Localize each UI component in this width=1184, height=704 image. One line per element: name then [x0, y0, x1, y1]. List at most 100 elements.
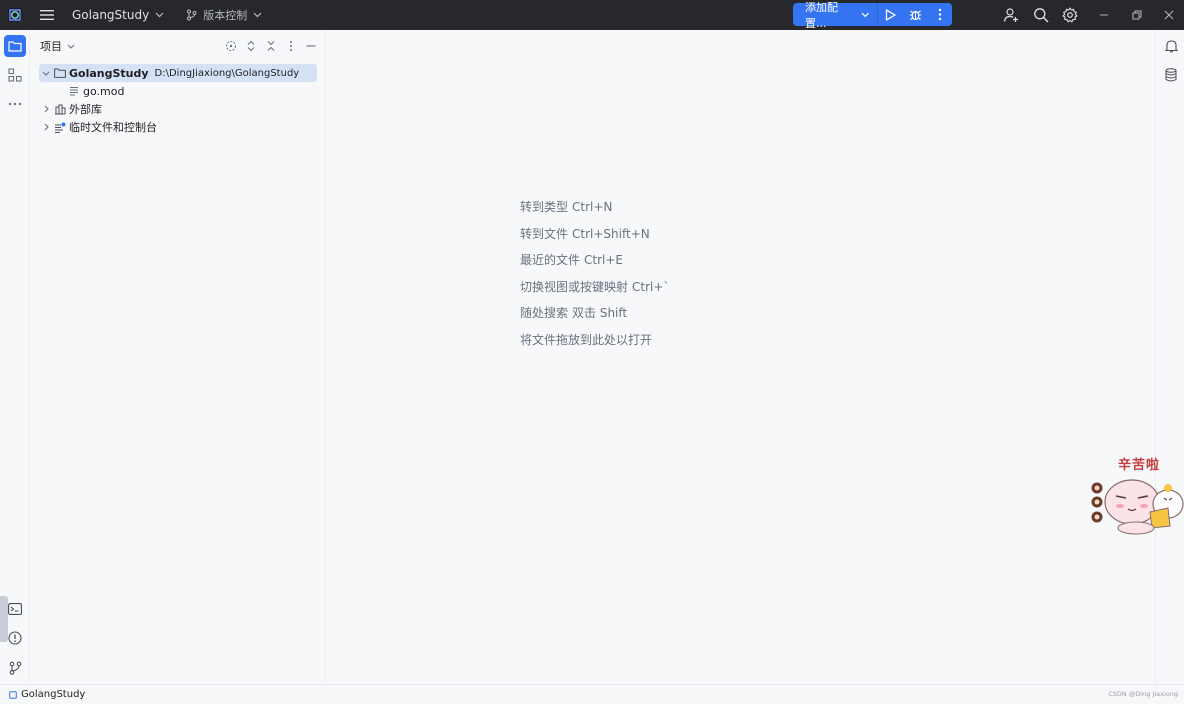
- goland-logo-icon[interactable]: [0, 0, 30, 30]
- run-button[interactable]: [878, 3, 903, 26]
- structure-icon: [8, 68, 22, 82]
- expand-all-button[interactable]: [241, 36, 260, 56]
- watermark: CSDN @Ding Jiaxiong: [1108, 690, 1178, 698]
- database-icon: [1165, 68, 1177, 82]
- tree-node-external-libraries[interactable]: 外部库: [39, 100, 317, 118]
- run-config-label: 添加配置...: [805, 0, 838, 30]
- sticker-caption: 辛苦啦: [1118, 458, 1161, 473]
- main-menu-button[interactable]: [30, 0, 64, 30]
- debug-button[interactable]: [903, 3, 928, 26]
- vcs-label: 版本控制: [203, 9, 248, 22]
- more-actions-button[interactable]: [927, 3, 952, 26]
- hint-label: 切换视图或按键映射: [520, 279, 629, 294]
- settings-button[interactable]: [1055, 0, 1085, 30]
- root-folder-name: GolangStudy: [69, 66, 149, 80]
- gear-icon: [1062, 7, 1078, 23]
- folder-icon: [53, 64, 67, 82]
- breadcrumb-project: GolangStudy: [21, 689, 86, 700]
- project-tree: GolangStudy D:\DingJiaxiong\GolangStudy …: [39, 64, 317, 136]
- problems-icon: [8, 631, 22, 645]
- project-panel-actions: [221, 36, 320, 56]
- run-config-selector[interactable]: 添加配置...: [793, 1, 879, 30]
- cat-sticker: 辛苦啦: [1088, 454, 1184, 538]
- project-panel-title[interactable]: 项目: [40, 38, 62, 54]
- more-vertical-icon: [938, 8, 941, 21]
- project-name: GolangStudy: [72, 8, 150, 22]
- database-tool-button[interactable]: [1160, 64, 1182, 86]
- tree-node-scratches[interactable]: 临时文件和控制台: [39, 118, 317, 136]
- folder-icon: [8, 41, 22, 52]
- breadcrumb[interactable]: GolangStudy: [9, 689, 85, 700]
- bug-icon: [909, 10, 921, 21]
- tree-node-root[interactable]: GolangStudy D:\DingJiaxiong\GolangStudy: [39, 64, 317, 82]
- hint-label: 最近的文件: [520, 253, 581, 268]
- editor-area[interactable]: 转到类型 Ctrl+N 转到文件 Ctrl+Shift+N 最近的文件 Ctrl+E …: [327, 30, 1155, 684]
- external-libraries-label: 外部库: [69, 103, 102, 116]
- run-toolbar: 添加配置...: [793, 1, 952, 30]
- search-button[interactable]: [1026, 0, 1056, 30]
- scratches-icon: [53, 118, 67, 136]
- project-selector[interactable]: GolangStudy: [64, 0, 172, 30]
- chevron-down-icon[interactable]: [67, 44, 75, 49]
- chevron-down-icon: [861, 12, 869, 17]
- search-icon: [1034, 8, 1049, 23]
- locate-icon: [225, 41, 236, 51]
- collapse-all-icon: [267, 41, 274, 51]
- hint-goto-type: 转到类型 Ctrl+N: [520, 197, 669, 224]
- chevron-down-icon: [253, 12, 262, 18]
- hint-drop-files: 将文件拖放到此处以打开: [520, 330, 669, 357]
- git-branch-icon: [187, 9, 197, 21]
- vcs-selector[interactable]: 版本控制: [178, 0, 270, 30]
- project-panel: 项目 GolangStudy D:\DingJiaxiong\GolangStu…: [31, 30, 326, 684]
- collapse-all-button[interactable]: [261, 36, 280, 56]
- chevron-right-icon[interactable]: [39, 100, 53, 118]
- expand-all-icon: [247, 40, 254, 52]
- hint-label: 随处搜索: [520, 306, 569, 321]
- chevron-right-icon[interactable]: [39, 118, 53, 136]
- git-tool-button[interactable]: [4, 657, 26, 679]
- hint-shortcut: Ctrl+N: [572, 200, 613, 214]
- library-icon: [53, 100, 67, 118]
- add-user-icon: [1003, 8, 1018, 22]
- more-tools-button[interactable]: [4, 93, 26, 115]
- close-icon: [1164, 10, 1174, 20]
- restore-icon: [1132, 10, 1142, 20]
- play-icon: [885, 8, 896, 21]
- panel-options-button[interactable]: [281, 36, 300, 56]
- root-folder-path: D:\DingJiaxiong\GolangStudy: [154, 67, 300, 79]
- project-panel-header: 项目: [31, 30, 326, 62]
- add-user-button[interactable]: [996, 0, 1026, 30]
- hide-panel-button[interactable]: [301, 36, 320, 56]
- hint-switch-view: 切换视图或按键映射 Ctrl+`: [520, 277, 669, 304]
- status-bar: GolangStudy CSDN @Ding Jiaxiong: [0, 684, 1184, 704]
- minimize-button[interactable]: [1089, 0, 1119, 30]
- hint-goto-file: 转到文件 Ctrl+Shift+N: [520, 224, 669, 251]
- structure-tool-button[interactable]: [4, 64, 26, 86]
- select-opened-file-button[interactable]: [221, 36, 240, 56]
- minimize-icon: [1100, 14, 1108, 16]
- title-bar: GolangStudy 版本控制 添加配置...: [0, 0, 1184, 30]
- git-branch-icon: [9, 661, 21, 675]
- hint-shortcut: Ctrl+Shift+N: [572, 226, 650, 241]
- close-window-button[interactable]: [1154, 0, 1184, 30]
- tree-node-file[interactable]: go.mod: [39, 82, 317, 100]
- editor-empty-hints: 转到类型 Ctrl+N 转到文件 Ctrl+Shift+N 最近的文件 Ctrl+E …: [520, 197, 669, 357]
- terminal-tool-button[interactable]: [4, 598, 26, 620]
- text-file-icon: [67, 82, 81, 100]
- module-icon: [9, 690, 17, 699]
- more-vertical-icon: [289, 41, 292, 51]
- file-name: go.mod: [83, 84, 125, 98]
- hint-search-everywhere: 随处搜索 双击 Shift: [520, 303, 669, 330]
- hint-recent-files: 最近的文件 Ctrl+E: [520, 250, 669, 277]
- chevron-down-icon: [155, 12, 164, 18]
- chevron-down-icon[interactable]: [39, 64, 53, 82]
- notifications-button[interactable]: [1160, 35, 1182, 57]
- scratches-label: 临时文件和控制台: [69, 121, 157, 134]
- more-horizontal-icon: [8, 102, 22, 106]
- restore-button[interactable]: [1122, 0, 1152, 30]
- hint-shortcut: 双击 Shift: [572, 306, 628, 321]
- project-tool-button[interactable]: [4, 35, 26, 57]
- terminal-icon: [8, 603, 22, 615]
- left-tool-strip: [0, 30, 30, 684]
- problems-tool-button[interactable]: [4, 627, 26, 649]
